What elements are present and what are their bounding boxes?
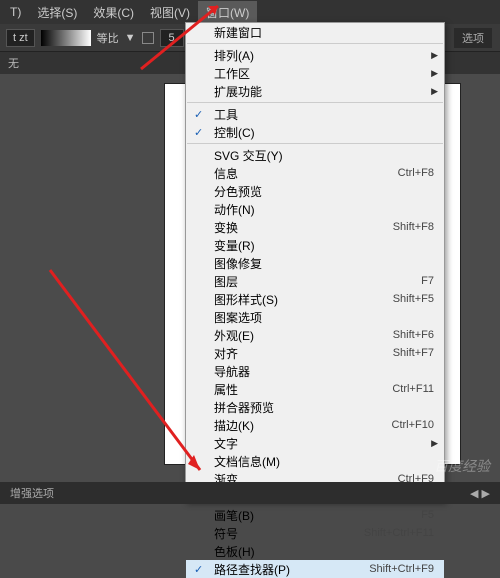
menu-symbols[interactable]: 符号Shift+Ctrl+F11	[186, 524, 444, 542]
menu-pattern-options[interactable]: 图案选项	[186, 308, 444, 326]
menu-bar: T) 选择(S) 效果(C) 视图(V) 窗口(W)	[0, 0, 500, 24]
menu-info[interactable]: 信息Ctrl+F8	[186, 164, 444, 182]
menu-tools[interactable]: ✓工具	[186, 105, 444, 123]
tool-mode[interactable]: t zt	[6, 29, 35, 47]
menu-doc-info[interactable]: 文档信息(M)	[186, 452, 444, 470]
menu-navigator[interactable]: 导航器	[186, 362, 444, 380]
options-hint[interactable]: 选项	[454, 28, 492, 48]
profile-swatch[interactable]	[41, 30, 91, 46]
menu-view[interactable]: 视图(V)	[142, 1, 198, 24]
menu-separator	[187, 102, 443, 103]
status-bar: 增强选项 ◀ ▶	[0, 482, 500, 504]
menu-control[interactable]: ✓控制(C)	[186, 123, 444, 141]
scale-label: 等比	[97, 30, 119, 46]
menu-svg[interactable]: SVG 交互(Y)	[186, 146, 444, 164]
submenu-arrow-icon: ▶	[431, 68, 438, 79]
menu-variables[interactable]: 变量(R)	[186, 236, 444, 254]
menu-graphic-styles[interactable]: 图形样式(S)Shift+F5	[186, 290, 444, 308]
submenu-arrow-icon: ▶	[431, 438, 438, 449]
menu-stroke[interactable]: 描边(K)Ctrl+F10	[186, 416, 444, 434]
check-icon: ✓	[194, 108, 203, 121]
menu-layers[interactable]: 图层F7	[186, 272, 444, 290]
menu-type[interactable]: 文字▶	[186, 434, 444, 452]
menu-workspace[interactable]: 工作区▶	[186, 64, 444, 82]
menu-align[interactable]: 对齐Shift+F7	[186, 344, 444, 362]
menu-new-window[interactable]: 新建窗口	[186, 23, 444, 41]
menu-actions[interactable]: 动作(N)	[186, 200, 444, 218]
menu-pathfinder[interactable]: ✓路径查找器(P)Shift+Ctrl+F9	[186, 560, 444, 578]
submenu-arrow-icon: ▶	[431, 86, 438, 97]
status-nav[interactable]: ◀ ▶	[470, 487, 490, 500]
window-menu-dropdown: 新建窗口 排列(A)▶ 工作区▶ 扩展功能▶ ✓工具 ✓控制(C) SVG 交互…	[185, 22, 445, 502]
menu-image-trace[interactable]: 图像修复	[186, 254, 444, 272]
menu-select[interactable]: 选择(S)	[29, 1, 85, 24]
menu-effect[interactable]: 效果(C)	[85, 1, 142, 24]
menu-swatches[interactable]: 色板(H)	[186, 542, 444, 560]
menu-appearance[interactable]: 外观(E)Shift+F6	[186, 326, 444, 344]
menu-arrange[interactable]: 排列(A)▶	[186, 46, 444, 64]
watermark: 百度经验	[434, 456, 490, 476]
check-icon: ✓	[194, 126, 203, 139]
menu-brushes[interactable]: 画笔(B)F5	[186, 506, 444, 524]
menu-separator	[187, 143, 443, 144]
menu-flattener[interactable]: 拼合器预览	[186, 398, 444, 416]
check-icon: ✓	[194, 563, 203, 576]
checkbox[interactable]	[142, 32, 154, 44]
menu-attributes[interactable]: 属性Ctrl+F11	[186, 380, 444, 398]
menu-window[interactable]: 窗口(W)	[198, 1, 257, 24]
tab-label[interactable]: 无	[8, 55, 19, 71]
dropdown-arrow-icon[interactable]: ▼	[125, 32, 136, 44]
menu-extensions[interactable]: 扩展功能▶	[186, 82, 444, 100]
menu-object[interactable]: T)	[2, 2, 29, 22]
menu-separator	[187, 43, 443, 44]
status-label: 增强选项	[10, 485, 54, 501]
menu-transform[interactable]: 变换Shift+F8	[186, 218, 444, 236]
submenu-arrow-icon: ▶	[431, 50, 438, 61]
menu-separation-preview[interactable]: 分色预览	[186, 182, 444, 200]
points-count[interactable]: 5	[160, 29, 184, 47]
